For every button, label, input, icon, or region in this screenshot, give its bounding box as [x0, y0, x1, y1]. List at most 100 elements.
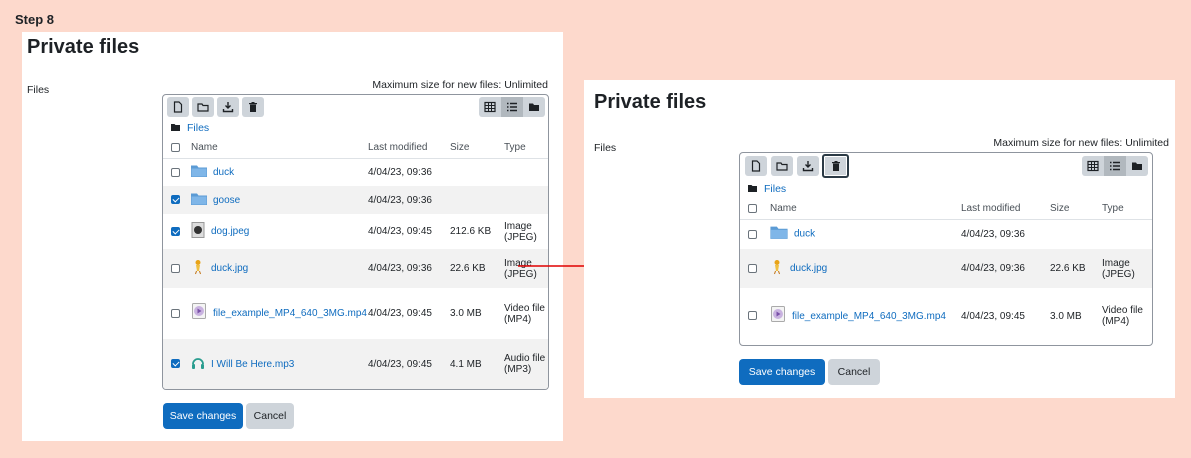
- breadcrumb-files-link[interactable]: Files: [764, 183, 786, 195]
- page-title: Private files: [594, 91, 707, 113]
- create-folder-button[interactable]: [192, 97, 214, 117]
- row-checkbox[interactable]: [748, 263, 757, 273]
- view-switcher: [479, 97, 545, 117]
- file-name-link[interactable]: dog.jpeg: [211, 226, 249, 237]
- size-cell: [450, 186, 504, 214]
- row-checkbox[interactable]: [171, 195, 180, 205]
- list-icon: [1110, 161, 1120, 171]
- max-size-note: Maximum size for new files: Unlimited: [993, 137, 1169, 149]
- folder-icon: [171, 124, 180, 131]
- row-checkbox[interactable]: [748, 229, 757, 239]
- table-row[interactable]: duck 4/04/23, 09:36: [740, 219, 1152, 249]
- table-row[interactable]: goose 4/04/23, 09:36: [163, 186, 548, 214]
- column-header-size[interactable]: Size: [1050, 199, 1102, 220]
- view-tree-button[interactable]: [1126, 156, 1148, 176]
- grid-icon: [1087, 160, 1099, 172]
- size-cell: [1050, 219, 1102, 249]
- view-icons-button[interactable]: [1082, 156, 1104, 176]
- select-all-checkbox[interactable]: [748, 204, 757, 214]
- modified-cell: 4/04/23, 09:36: [368, 249, 450, 288]
- size-cell: 22.6 KB: [1050, 249, 1102, 288]
- file-name-link[interactable]: duck.jpg: [790, 263, 827, 274]
- column-header-size[interactable]: Size: [450, 138, 504, 159]
- before-panel: Private files Files Maximum size for new…: [22, 32, 563, 441]
- image-icon: [191, 259, 205, 278]
- row-checkbox[interactable]: [171, 308, 180, 318]
- table-row[interactable]: duck.jpg 4/04/23, 09:36 22.6 KB Image (J…: [740, 249, 1152, 288]
- download-button[interactable]: [217, 97, 239, 117]
- file-name-link[interactable]: duck.jpg: [211, 263, 248, 274]
- table-row[interactable]: I Will Be Here.mp3 4/04/23, 09:45 4.1 MB…: [163, 339, 548, 389]
- audio-icon: [191, 355, 205, 374]
- table-row[interactable]: dog.jpeg 4/04/23, 09:45 212.6 KB Image (…: [163, 214, 548, 249]
- file-toolbar: [740, 153, 1152, 181]
- table-row[interactable]: duck 4/04/23, 09:36: [163, 158, 548, 186]
- grid-icon: [484, 101, 496, 113]
- column-header-modified[interactable]: Last modified: [368, 138, 450, 159]
- column-header-type[interactable]: Type: [1102, 199, 1152, 220]
- file-name-link[interactable]: file_example_MP4_640_3MG.mp4: [792, 311, 946, 322]
- size-cell: 22.6 KB: [450, 249, 504, 288]
- view-details-button[interactable]: [501, 97, 523, 117]
- download-icon: [222, 102, 234, 113]
- file-name-link[interactable]: duck: [213, 167, 234, 178]
- folder-icon: [748, 185, 757, 192]
- file-name-link[interactable]: duck: [794, 229, 815, 240]
- view-icons-button[interactable]: [479, 97, 501, 117]
- add-file-button[interactable]: [745, 156, 767, 176]
- trash-icon: [831, 161, 840, 171]
- folder-icon: [191, 164, 207, 181]
- modified-cell: 4/04/23, 09:45: [961, 310, 1025, 322]
- type-cell: Video file (MP4): [1102, 305, 1143, 327]
- folder-icon: [529, 103, 539, 111]
- row-checkbox[interactable]: [171, 263, 180, 273]
- column-header-name[interactable]: Name: [191, 138, 368, 159]
- cancel-button[interactable]: Cancel: [246, 403, 294, 429]
- type-cell: Image (JPEG): [504, 220, 537, 243]
- files-field-label: Files: [594, 142, 617, 154]
- video-icon: [191, 303, 207, 324]
- max-size-note: Maximum size for new files: Unlimited: [372, 79, 548, 91]
- file-name-link[interactable]: goose: [213, 195, 240, 206]
- list-icon: [507, 102, 517, 112]
- column-header-name[interactable]: Name: [770, 199, 961, 220]
- file-name-link[interactable]: I Will Be Here.mp3: [211, 359, 294, 370]
- delete-button[interactable]: [822, 154, 849, 178]
- folder-outline-icon: [776, 162, 788, 171]
- column-header-type[interactable]: Type: [504, 138, 548, 159]
- file-name-link[interactable]: file_example_MP4_640_3MG.mp4: [213, 308, 367, 319]
- folder-outline-icon: [197, 103, 209, 112]
- folder-icon: [191, 192, 207, 209]
- add-file-button[interactable]: [167, 97, 189, 117]
- folder-icon: [1132, 162, 1142, 170]
- after-panel: Private files Files Maximum size for new…: [584, 80, 1175, 398]
- file-table: Name Last modified Size Type duck 4/04/2…: [163, 138, 548, 389]
- modified-cell: 4/04/23, 09:36: [961, 249, 1050, 288]
- cancel-button[interactable]: Cancel: [828, 359, 880, 385]
- type-cell: [1102, 219, 1152, 249]
- image-icon: [191, 222, 205, 241]
- save-changes-button[interactable]: Save changes: [739, 359, 825, 385]
- breadcrumb-files-link[interactable]: Files: [187, 122, 209, 134]
- create-folder-button[interactable]: [771, 156, 793, 176]
- view-details-button[interactable]: [1104, 156, 1126, 176]
- table-row[interactable]: file_example_MP4_640_3MG.mp4 4/04/23, 09…: [163, 288, 548, 339]
- column-header-modified[interactable]: Last modified: [961, 199, 1050, 220]
- view-tree-button[interactable]: [523, 97, 545, 117]
- file-manager: Files Name Last modified Size Type duck …: [739, 152, 1153, 346]
- table-row[interactable]: file_example_MP4_640_3MG.mp4 4/04/23, 09…: [740, 288, 1152, 344]
- file-manager: Files Name Last modified Size Type duck …: [162, 94, 549, 390]
- table-row[interactable]: duck.jpg 4/04/23, 09:36 22.6 KB Image (J…: [163, 249, 548, 288]
- select-all-checkbox[interactable]: [171, 143, 180, 153]
- row-checkbox[interactable]: [748, 311, 757, 321]
- type-cell: Audio file (MP3): [504, 339, 548, 389]
- delete-button[interactable]: [242, 97, 264, 117]
- view-switcher: [1082, 156, 1148, 176]
- type-cell: [504, 186, 548, 214]
- row-checkbox[interactable]: [171, 167, 180, 177]
- save-changes-button[interactable]: Save changes: [163, 403, 243, 429]
- row-checkbox[interactable]: [171, 226, 180, 236]
- type-cell: Video file (MP4): [504, 302, 545, 325]
- row-checkbox[interactable]: [171, 359, 180, 369]
- download-button[interactable]: [797, 156, 819, 176]
